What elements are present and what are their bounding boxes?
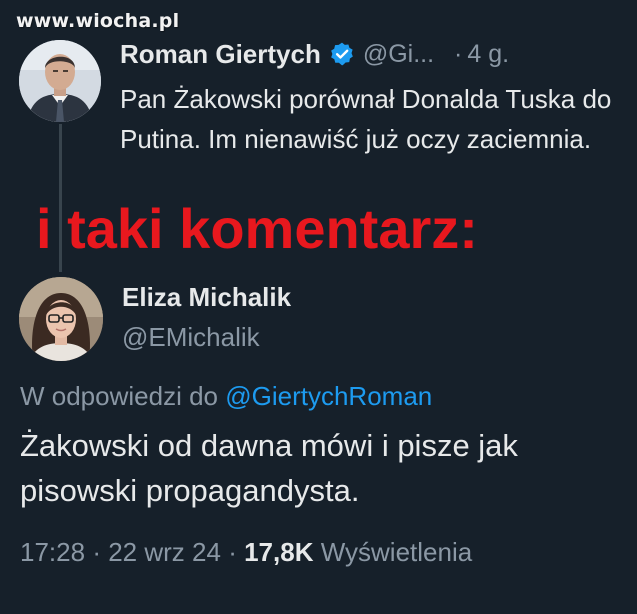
avatar-eliza-michalik[interactable] [19,277,103,361]
meta-separator: · [228,537,237,567]
parent-tweet-text: Pan Żakowski porównał Donalda Tuska do P… [120,84,612,154]
views-label: Wyświetlenia [320,537,473,567]
tweet-meta-row: 17:28 · 22 wrz 24 · 17,8K Wyświetlenia [20,537,472,568]
verified-badge-icon [329,41,355,67]
reply-display-name[interactable]: Eliza Michalik [122,282,291,313]
avatar-portrait-icon [19,277,103,361]
meta-separator: · [92,537,101,567]
screenshot-frame: www.wiocha.pl Roman Giertych @Gi... · 4 … [0,0,637,614]
parent-handle[interactable]: @Gi... [363,40,434,69]
parent-time-ago[interactable]: 4 g. [467,40,509,69]
avatar-roman-giertych[interactable] [19,40,101,122]
parent-display-name[interactable]: Roman Giertych [120,39,321,70]
views-count: 17,8K [244,537,314,567]
replying-to-line: W odpowiedzi do @GiertychRoman [20,381,432,412]
replying-to-handle-link[interactable]: @GiertychRoman [225,381,432,411]
reply-tweet-text: Żakowski od dawna mówi i pisze jak pisow… [20,428,518,508]
header-separator: · [454,39,463,68]
watermark: www.wiocha.pl [16,10,180,32]
avatar-portrait-icon [19,40,101,122]
reply-handle[interactable]: @EMichalik [122,322,260,353]
tweet-date[interactable]: 22 wrz 24 [108,537,221,567]
parent-tweet-header: Roman Giertych @Gi... · 4 g. [120,36,509,72]
tweet-time[interactable]: 17:28 [20,537,85,567]
replying-to-prefix: W odpowiedzi do [20,381,218,411]
overlay-caption: i taki komentarz: [36,197,478,260]
